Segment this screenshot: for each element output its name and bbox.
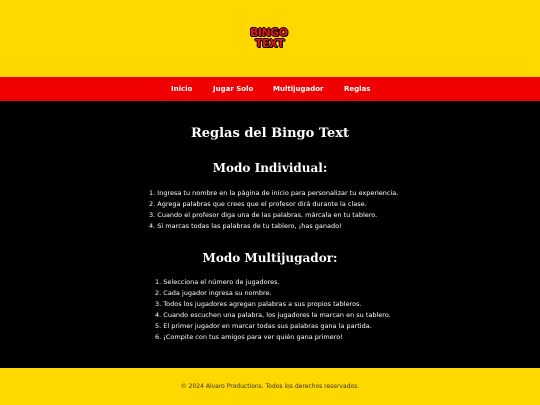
individual-mode-title: Modo Individual: <box>212 161 328 175</box>
page-title: Reglas del Bingo Text <box>190 126 350 141</box>
list-item: 2. Agrega palabras que crees que el prof… <box>149 200 367 208</box>
list-item: 1. Selecciona el número de jugadores. <box>155 278 280 286</box>
individual-rules-list: 1. Ingresa tu nombre en la página de ini… <box>149 188 398 232</box>
list-item: 4. Si marcas todas las palabras de tu ta… <box>149 222 342 230</box>
nav-item-multijugador[interactable]: Multijugador <box>273 77 323 101</box>
main-nav: Inicio Jugar Solo Multijugador Reglas <box>0 77 540 101</box>
nav-item-inicio[interactable]: Inicio <box>171 77 192 101</box>
multiplayer-rules-list: 1. Selecciona el número de jugadores. 2.… <box>155 277 391 343</box>
list-item: 3. Todos los jugadores agregan palabras … <box>155 300 362 308</box>
list-item: 5. El primer jugador en marcar todas sus… <box>155 322 372 330</box>
list-item: 4. Cuando escuchen una palabra, los juga… <box>155 311 391 319</box>
bingo-text-logo[interactable]: BINGO TEXT <box>249 26 293 52</box>
copyright-text: © 2024 Alvaro Productions. Todos los der… <box>180 383 360 390</box>
list-item: 6. ¡Compite con tus amigos para ver quié… <box>155 333 343 341</box>
list-item: 2. Cada jugador ingresa su nombre. <box>155 289 272 297</box>
list-item: 1. Ingresa tu nombre en la página de ini… <box>149 189 399 197</box>
site-header: BINGO TEXT <box>0 0 540 77</box>
list-item: 3. Cuando el profesor diga una de las pa… <box>149 211 378 219</box>
site-footer: © 2024 Alvaro Productions. Todos los der… <box>0 368 540 405</box>
logo-line-2: TEXT <box>255 37 285 50</box>
rules-content: Reglas del Bingo Text Modo Individual: 1… <box>0 101 540 368</box>
multiplayer-mode-title: Modo Multijugador: <box>202 251 338 265</box>
nav-item-reglas[interactable]: Reglas <box>344 77 370 101</box>
nav-item-jugar-solo[interactable]: Jugar Solo <box>213 77 253 101</box>
